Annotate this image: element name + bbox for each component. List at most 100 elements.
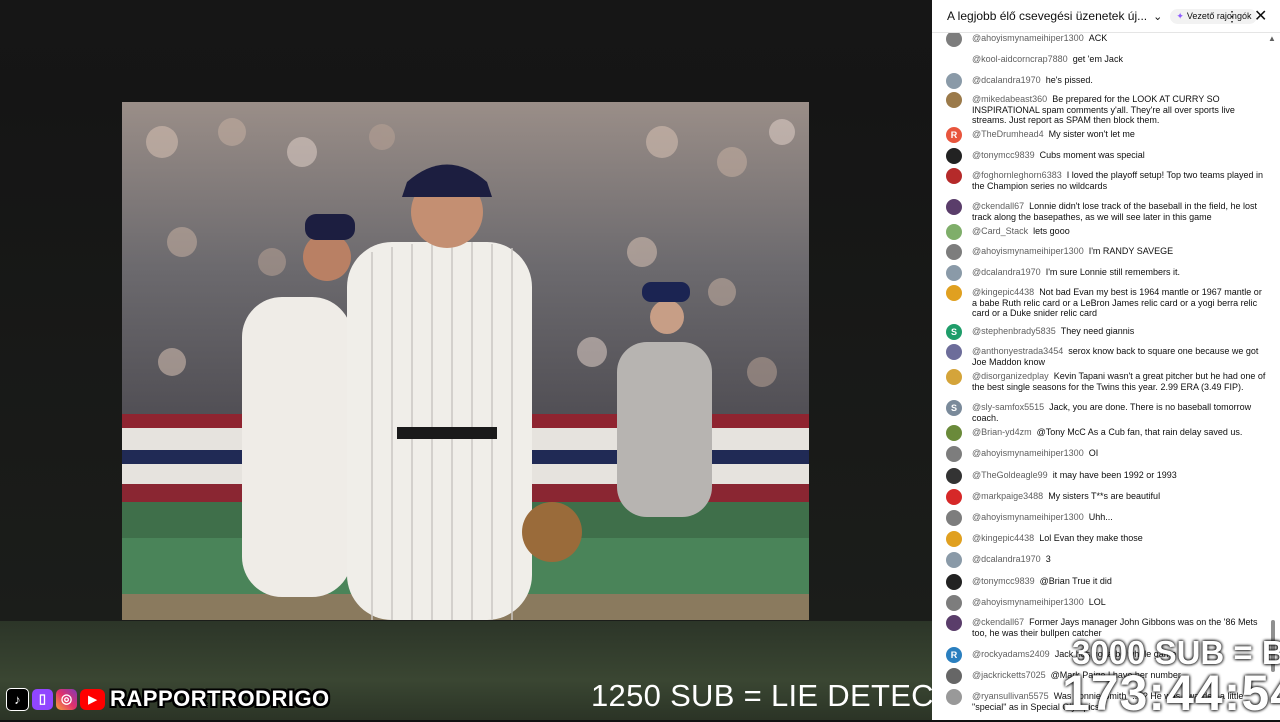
close-icon[interactable]: ✕ <box>1254 6 1267 26</box>
avatar[interactable] <box>946 33 962 47</box>
avatar[interactable] <box>946 468 962 484</box>
chat-message[interactable]: @Card_Stack lets gooo <box>946 224 1266 240</box>
chat-message[interactable]: S @sly-samfox5515 Jack, you are done. Ther… <box>946 400 1266 423</box>
avatar[interactable] <box>946 92 962 108</box>
author-name[interactable]: @jackricketts7025 <box>972 670 1046 680</box>
author-name[interactable]: @kool-aidcorncrap7880 <box>972 54 1068 64</box>
message-body: @kool-aidcorncrap7880 get 'em Jack <box>972 54 1123 65</box>
avatar[interactable] <box>946 531 962 547</box>
message-body: @sly-samfox5515 Jack, you are done. There… <box>972 402 1266 423</box>
message-text: 3 <box>1045 554 1051 564</box>
avatar[interactable] <box>946 689 962 705</box>
chat-message[interactable]: @dcalandra1970 I'm sure Lonnie still reme… <box>946 265 1266 281</box>
chat-message[interactable]: @dcalandra1970 3 <box>946 552 1266 568</box>
video-frame[interactable] <box>122 102 809 620</box>
author-name[interactable]: @tonymcc9839 <box>972 576 1035 586</box>
chat-message[interactable]: @ckendall67 Lonnie didn't lose track of t… <box>946 199 1266 222</box>
chat-message[interactable]: S @stephenbrady5835 They need giannis <box>946 324 1266 340</box>
streamer-handle: RAPPORTRODRIGO <box>110 686 330 711</box>
author-name[interactable]: @Brian-yd4zm <box>972 427 1032 437</box>
chat-message[interactable]: @dcalandra1970 he's pissed. <box>946 73 1266 89</box>
chat-message[interactable]: @ahoyismynameihiper1300 I'm RANDY SAVEGE <box>946 244 1266 260</box>
author-name[interactable]: @disorganizedplay <box>972 371 1049 381</box>
avatar[interactable] <box>946 615 962 631</box>
chat-message[interactable]: @mikedabeast360 Be prepared for the LOOK … <box>946 92 1266 126</box>
author-name[interactable]: @dcalandra1970 <box>972 267 1041 277</box>
avatar[interactable] <box>946 446 962 462</box>
avatar[interactable] <box>946 344 962 360</box>
chat-message[interactable]: @TheGoldeagle99 it may have been 1992 or … <box>946 468 1266 484</box>
chat-message[interactable]: @kool-aidcorncrap7880 get 'em Jack <box>946 52 1266 68</box>
author-name[interactable]: @dcalandra1970 <box>972 554 1041 564</box>
author-name[interactable]: @kingepic4438 <box>972 287 1034 297</box>
author-name[interactable]: @tonymcc9839 <box>972 150 1035 160</box>
chat-message[interactable]: @foghornleghorn6383 I loved the playoff s… <box>946 168 1266 191</box>
chat-message[interactable]: @disorganizedplay Kevin Tapani wasn't a g… <box>946 369 1266 392</box>
chat-message-list[interactable]: @ahoyismynameihiper1300 ACK @kool-aidcornc… <box>932 33 1280 720</box>
avatar[interactable] <box>946 369 962 385</box>
chat-message[interactable]: @ahoyismynameihiper1300 Uhh... <box>946 510 1266 526</box>
more-vert-icon[interactable]: ⋮ <box>1225 8 1239 25</box>
chat-message[interactable]: @ahoyismynameihiper1300 OI <box>946 446 1266 462</box>
author-name[interactable]: @ckendall67 <box>972 617 1024 627</box>
author-name[interactable]: @kingepic4438 <box>972 533 1034 543</box>
chat-message[interactable]: @ahoyismynameihiper1300 LOL <box>946 595 1266 611</box>
avatar[interactable] <box>946 552 962 568</box>
chat-message[interactable]: @kingepic4438 Lol Evan they make those <box>946 531 1266 547</box>
message-text: I'm sure Lonnie still remembers it. <box>1045 267 1180 277</box>
author-name[interactable]: @ahoyismynameihiper1300 <box>972 33 1084 43</box>
chat-message[interactable]: @markpaige3488 My sisters T**s are beauti… <box>946 489 1266 505</box>
avatar[interactable]: S <box>946 400 962 416</box>
avatar[interactable] <box>946 510 962 526</box>
message-body: @anthonyestrada3454 serox know back to sq… <box>972 346 1266 367</box>
author-name[interactable]: @anthonyestrada3454 <box>972 346 1063 356</box>
chat-message[interactable]: @kingepic4438 Not bad Evan my best is 196… <box>946 285 1266 319</box>
message-body: @ckendall67 Lonnie didn't lose track of t… <box>972 201 1266 222</box>
author-name[interactable]: @mikedabeast360 <box>972 94 1047 104</box>
author-name[interactable]: @ryansullivan5575 <box>972 691 1049 701</box>
chat-message[interactable]: R @TheDrumhead4 My sister won't let me <box>946 127 1266 143</box>
author-name[interactable]: @ckendall67 <box>972 201 1024 211</box>
author-name[interactable]: @sly-samfox5515 <box>972 402 1044 412</box>
chat-message[interactable]: @ahoyismynameihiper1300 ACK <box>946 33 1266 47</box>
chat-message[interactable]: @tonymcc9839 @Brian True it did <box>946 574 1266 590</box>
chevron-down-icon[interactable]: ⌄ <box>1153 10 1162 23</box>
avatar[interactable] <box>946 595 962 611</box>
avatar[interactable] <box>946 199 962 215</box>
message-body: @mikedabeast360 Be prepared for the LOOK … <box>972 94 1266 126</box>
author-name[interactable]: @ahoyismynameihiper1300 <box>972 512 1084 522</box>
avatar[interactable] <box>946 52 962 68</box>
avatar[interactable] <box>946 224 962 240</box>
top-fans-badge[interactable]: ✦ Vezető rajongók <box>1170 8 1258 24</box>
author-name[interactable]: @dcalandra1970 <box>972 75 1041 85</box>
author-name[interactable]: @ahoyismynameihiper1300 <box>972 246 1084 256</box>
author-name[interactable]: @TheDrumhead4 <box>972 129 1044 139</box>
avatar[interactable] <box>946 285 962 301</box>
avatar[interactable] <box>946 244 962 260</box>
avatar[interactable] <box>946 574 962 590</box>
avatar[interactable] <box>946 425 962 441</box>
author-name[interactable]: @foghornleghorn6383 <box>972 170 1062 180</box>
author-name[interactable]: @Card_Stack <box>972 226 1028 236</box>
chat-message[interactable]: @tonymcc9839 Cubs moment was special <box>946 148 1266 164</box>
avatar[interactable]: R <box>946 647 962 663</box>
author-name[interactable]: @ahoyismynameihiper1300 <box>972 448 1084 458</box>
avatar[interactable] <box>946 668 962 684</box>
avatar[interactable] <box>946 73 962 89</box>
chat-mode-selector[interactable]: A legjobb élő csevegési üzenetek új... <box>947 9 1147 23</box>
avatar[interactable] <box>946 265 962 281</box>
avatar[interactable] <box>946 168 962 184</box>
chat-message[interactable]: @anthonyestrada3454 serox know back to sq… <box>946 344 1266 367</box>
author-name[interactable]: @rockyadams2409 <box>972 649 1050 659</box>
author-name[interactable]: @ahoyismynameihiper1300 <box>972 597 1084 607</box>
message-body: @ahoyismynameihiper1300 LOL <box>972 597 1106 608</box>
avatar[interactable] <box>946 489 962 505</box>
author-name[interactable]: @stephenbrady5835 <box>972 326 1056 336</box>
avatar[interactable]: S <box>946 324 962 340</box>
avatar[interactable] <box>946 148 962 164</box>
message-body: @dcalandra1970 I'm sure Lonnie still reme… <box>972 267 1180 278</box>
chat-message[interactable]: @Brian-yd4zm @Tony McC As a Cub fan, that… <box>946 425 1266 441</box>
avatar[interactable]: R <box>946 127 962 143</box>
author-name[interactable]: @markpaige3488 <box>972 491 1043 501</box>
author-name[interactable]: @TheGoldeagle99 <box>972 470 1048 480</box>
